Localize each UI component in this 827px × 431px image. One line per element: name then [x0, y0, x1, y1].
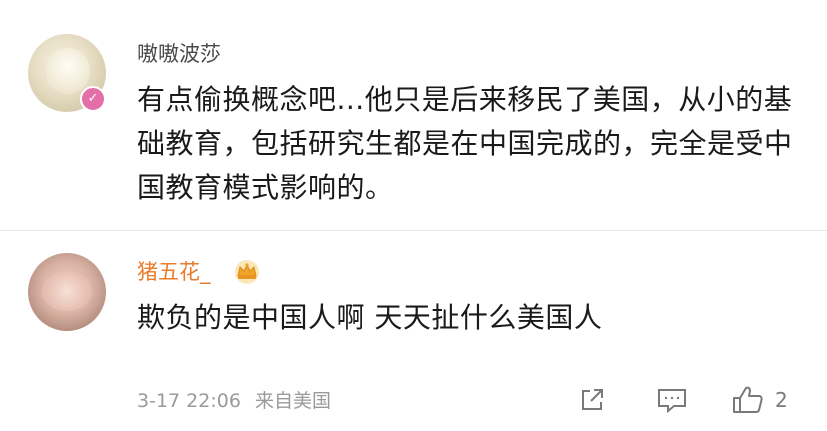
thumbs-up-icon — [733, 386, 763, 413]
username[interactable]: 猪五花_ — [137, 258, 211, 286]
avatar-image — [42, 271, 92, 311]
like-button[interactable]: 2 — [731, 380, 788, 420]
avatar-image — [46, 48, 90, 94]
crown-icon — [235, 260, 259, 284]
comment-text: 欺负的是中国人啊 天天扯什么美国人 — [137, 301, 603, 334]
share-icon — [582, 389, 603, 410]
comment-text: 有点偷换概念吧...他只是后来移民了美国，从小的基础教育，包括研究生都是在中国完… — [137, 83, 793, 204]
username[interactable]: 嗷嗷波莎 — [137, 40, 221, 68]
like-count: 2 — [775, 388, 788, 412]
share-button[interactable] — [577, 380, 607, 420]
comment-icon — [658, 389, 686, 414]
divider — [0, 230, 827, 231]
reply-button[interactable] — [655, 380, 689, 420]
location: 来自美国 — [254, 390, 331, 412]
comment-meta: 3-17 22:06 来自美国 — [137, 388, 331, 414]
verified-badge-icon: ✓ — [80, 86, 106, 112]
avatar[interactable] — [28, 253, 106, 331]
timestamp: 3-17 22:06 — [137, 390, 241, 412]
